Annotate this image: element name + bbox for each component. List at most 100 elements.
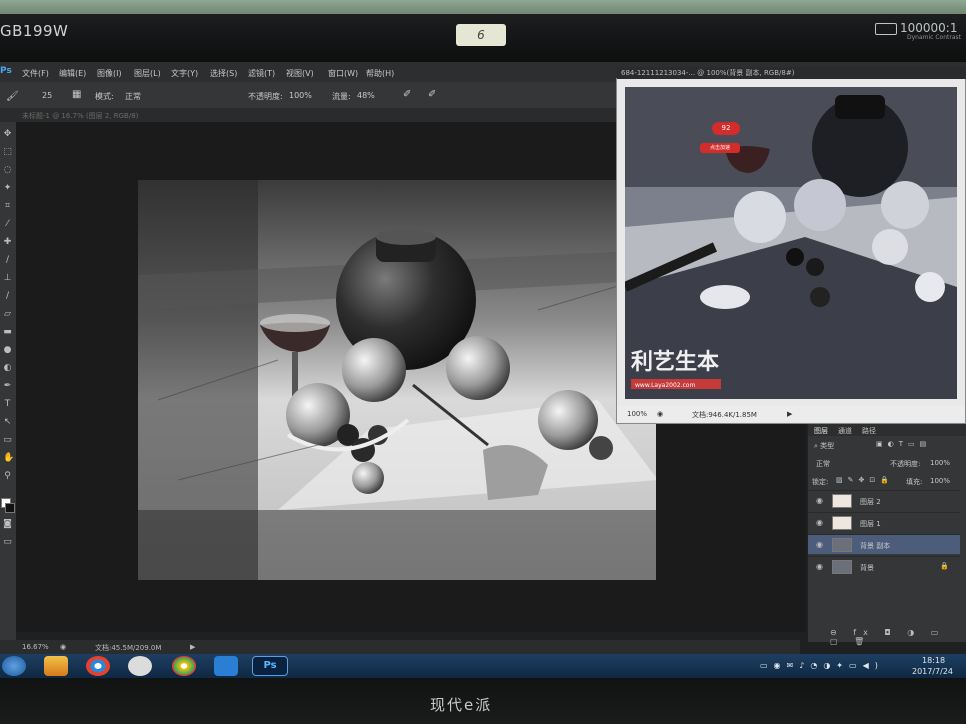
marquee-tool-icon[interactable]: ⬚ [3, 148, 12, 157]
shape-tool-icon[interactable]: ▭ [3, 436, 12, 445]
float-watermark: 利艺生本 [631, 349, 719, 375]
menu-help[interactable]: 帮助(H) [366, 68, 394, 79]
document-tab[interactable]: 未标题-1 @ 16.7% (图层 2, RGB/8) [22, 111, 138, 121]
eye-icon[interactable]: ◉ [816, 518, 823, 527]
clock-date[interactable]: 2017/7/24 [912, 667, 953, 676]
speed-badge[interactable]: 92 [712, 122, 740, 135]
menu-window[interactable]: 窗口(W) [328, 68, 358, 79]
brush-size[interactable]: 25 [42, 91, 52, 100]
layer-row[interactable]: ◉ 图层 1 [808, 512, 960, 532]
photoshop-logo[interactable]: Ps [0, 66, 12, 76]
fill-input[interactable]: 100% [930, 477, 950, 485]
flow-input[interactable]: 48% [357, 91, 375, 100]
clock-time[interactable]: 18:18 [922, 656, 945, 665]
layer-row[interactable]: ◉ 背景 🔒 [808, 556, 960, 576]
eyedropper-icon[interactable]: ⁄ [3, 220, 12, 229]
brush-panel-icon[interactable]: ▦ [72, 89, 81, 100]
contrast-sub: Dynamic Contrast [907, 34, 962, 41]
mode-select[interactable]: 正常 [125, 91, 141, 102]
gradient-icon[interactable]: ▬ [3, 328, 12, 337]
layer-actions[interactable]: ⊖ fx ◘ ◑ ▭ ▢ 🗑 [830, 628, 966, 646]
eye-icon[interactable]: ◉ [816, 540, 823, 549]
menu-filter[interactable]: 滤镜(T) [248, 68, 275, 79]
eye-icon[interactable]: ◉ [816, 562, 823, 571]
brush-icon[interactable]: 🖌 [6, 91, 19, 102]
move-tool-icon[interactable]: ✥ [3, 130, 12, 139]
eye-icon[interactable]: ◉ [816, 496, 823, 505]
brush-tool-icon[interactable]: / [3, 256, 12, 265]
layer-row-selected[interactable]: ◉ 背景 副本 [808, 534, 960, 554]
path-select-icon[interactable]: ↖ [3, 418, 12, 427]
zoom-level[interactable]: 16.67% [22, 643, 49, 651]
layer-name: 背景 [860, 564, 874, 572]
layer-row[interactable]: ◉ 图层 2 [808, 490, 960, 510]
pressure-icon[interactable]: ✐ [428, 89, 436, 100]
layer-opacity-label: 不透明度: [890, 460, 921, 468]
menu-select[interactable]: 选择(S) [210, 68, 237, 79]
eraser-icon[interactable]: ▱ [3, 310, 12, 319]
contrast-ratio: 100000:1 [900, 21, 958, 35]
status-info-icon[interactable]: ◉ [60, 643, 66, 651]
lock-icons[interactable]: ▨✎✥⊡🔒 [836, 476, 894, 484]
layer-opacity-input[interactable]: 100% [930, 459, 950, 467]
menu-layer[interactable]: 图层(L) [134, 68, 161, 79]
healing-icon[interactable]: ✚ [3, 238, 12, 247]
reference-image: 利艺生本 www.Laya2002.com [625, 87, 957, 399]
quick-mask-icon[interactable]: ◙ [3, 520, 12, 529]
float-window-title[interactable]: 684-12111213034-... @ 100%(背景 副本, RGB/8#… [617, 67, 966, 79]
battery-icon [875, 22, 897, 35]
menu-type[interactable]: 文字(Y) [171, 68, 198, 79]
filter-kind-select[interactable]: ⌕ 类型 [814, 441, 834, 451]
screen-mode-icon[interactable]: ▭ [3, 538, 12, 547]
tab-paths[interactable]: 路径 [862, 426, 876, 436]
tray-icons[interactable]: ▭◉✉♪◔◑✦▭◀) [760, 661, 884, 670]
history-brush-icon[interactable]: / [3, 292, 12, 301]
menu-edit[interactable]: 编辑(E) [59, 68, 86, 79]
mode-label: 模式: [95, 92, 114, 101]
sogou-icon[interactable] [214, 656, 238, 676]
contrast-label: 100000:1 Dynamic Contrast [875, 21, 961, 41]
opacity-input[interactable]: 100% [289, 91, 312, 100]
panel-tabs: 图层 通道 路径 [808, 424, 966, 436]
tools-panel: ✥ ⬚ ◌ ✦ ⌗ ⁄ ✚ / ⊥ / ▱ ▬ ● ◐ ✒ T ↖ ▭ ✋ ⚲ … [0, 122, 16, 662]
status-arrow-icon[interactable]: ▶ [190, 643, 195, 651]
float-arrow-icon[interactable]: ▶ [787, 410, 792, 418]
blend-mode-select[interactable]: 正常 [816, 459, 830, 469]
filter-icons[interactable]: ▣◐T▭▤ [876, 440, 931, 448]
magic-wand-icon[interactable]: ✦ [3, 184, 12, 193]
tab-channels[interactable]: 通道 [838, 426, 852, 436]
type-tool-icon[interactable]: T [3, 400, 12, 409]
float-zoom[interactable]: 100% [627, 410, 647, 418]
app-icon[interactable] [44, 656, 68, 676]
layer-thumbnail [832, 494, 852, 508]
photoshop-icon[interactable]: Ps [252, 656, 288, 676]
speed-label[interactable]: 点击加速 [700, 143, 740, 153]
filter-kind-label: 类型 [820, 442, 835, 450]
screen: Ps 文件(F) 编辑(E) 图像(I) 图层(L) 文字(Y) 选择(S) 滤… [0, 62, 966, 678]
crop-tool-icon[interactable]: ⌗ [3, 202, 12, 211]
lasso-tool-icon[interactable]: ◌ [3, 166, 12, 175]
airbrush-icon[interactable]: ✐ [403, 89, 411, 100]
float-info-icon[interactable]: ◉ [657, 410, 663, 418]
cat-icon[interactable] [128, 656, 152, 676]
menu-image[interactable]: 图像(I) [97, 68, 122, 79]
drawing-canvas[interactable] [138, 180, 656, 580]
pen-tool-icon[interactable]: ✒ [3, 382, 12, 391]
floating-document-window[interactable]: 684-12111213034-... @ 100%(背景 副本, RGB/8#… [616, 67, 966, 424]
zoom-tool-icon[interactable]: ⚲ [3, 472, 12, 481]
blur-tool-icon[interactable]: ● [3, 346, 12, 355]
tab-layers[interactable]: 图层 [814, 426, 828, 436]
layer-thumbnail [832, 560, 852, 574]
menu-view[interactable]: 视图(V) [286, 68, 314, 79]
stamp-tool-icon[interactable]: ⊥ [3, 274, 12, 283]
windows-start-icon[interactable] [2, 656, 26, 676]
player-icon[interactable] [86, 656, 110, 676]
layer-thumbnail [832, 538, 852, 552]
layers-panel: 图层 通道 路径 ⌕ 类型 ▣◐T▭▤ 正常 不透明度: 100% 锁定: ▨✎… [808, 424, 966, 646]
dodge-tool-icon[interactable]: ◐ [3, 364, 12, 373]
background-color-swatch[interactable] [5, 503, 15, 513]
hand-tool-icon[interactable]: ✋ [3, 454, 14, 463]
document-tab-bar: 未标题-1 @ 16.7% (图层 2, RGB/8) [0, 108, 620, 122]
menu-file[interactable]: 文件(F) [22, 68, 49, 79]
chrome-icon[interactable] [172, 656, 196, 676]
